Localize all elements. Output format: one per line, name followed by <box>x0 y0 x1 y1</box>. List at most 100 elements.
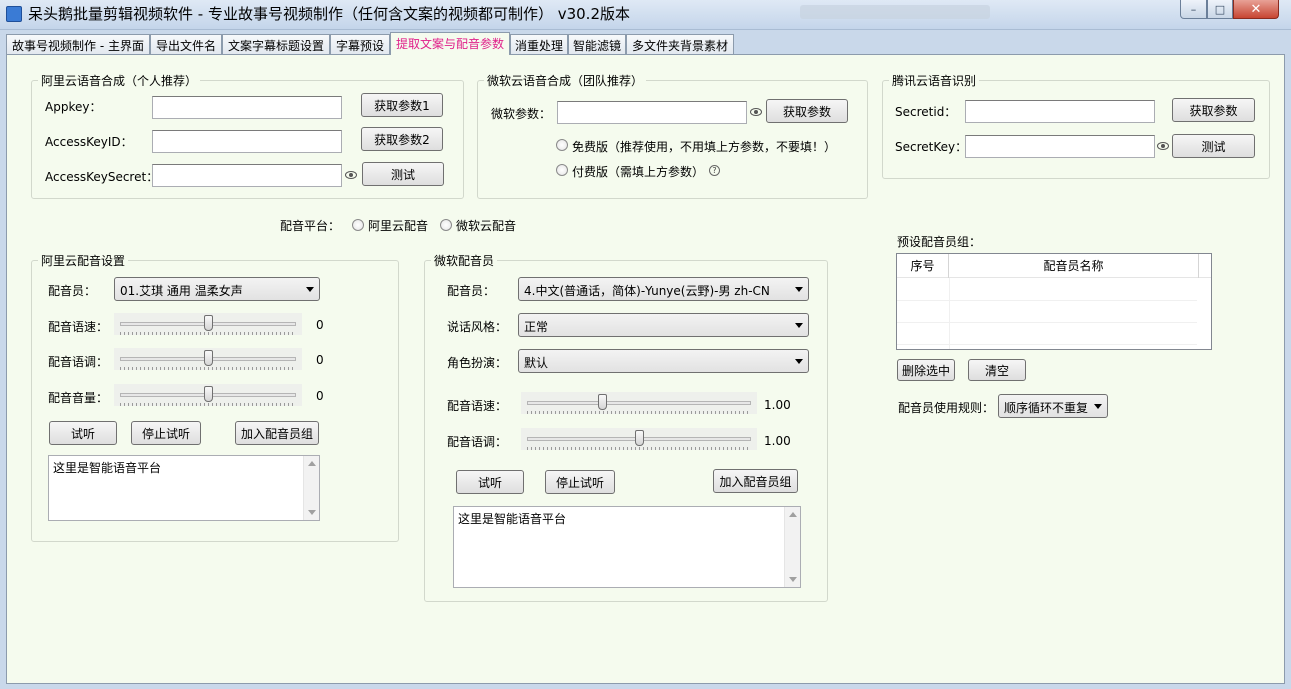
preset-group-title: 预设配音员组： <box>897 235 982 249</box>
tencent-asr-group: 腾讯云语音识别 Secretid： 获取参数 SecretKey： 测试 <box>882 72 1270 179</box>
aliyun-volume-value: 0 <box>316 389 324 403</box>
platform-label: 配音平台： <box>280 219 341 233</box>
platform-ms-label[interactable]: 微软云配音 <box>456 217 516 234</box>
scroll-down-icon[interactable] <box>308 510 316 515</box>
ms-role-value: 默认 <box>524 356 549 370</box>
accesskeysecret-label: AccessKeySecret： <box>45 170 159 184</box>
free-version-label[interactable]: 免费版（推荐使用，不用填上方参数，不要填！） <box>572 138 836 155</box>
tab-smart-filter[interactable]: 智能滤镜 <box>568 34 626 54</box>
accesskeysecret-input[interactable] <box>152 164 342 187</box>
tencent-get-param-button[interactable]: 获取参数 <box>1172 98 1255 122</box>
table-row[interactable] <box>897 301 1197 323</box>
aliyun-text-content: 这里是智能语音平台 <box>53 461 162 475</box>
tab-subtitle-presets[interactable]: 字幕预设 <box>330 34 390 54</box>
slider-thumb[interactable] <box>597 394 607 410</box>
slider-thumb[interactable] <box>203 315 213 331</box>
ms-pitch-slider[interactable] <box>521 428 757 450</box>
platform-aliyun-radio[interactable] <box>352 219 364 231</box>
tab-extract-voice-params[interactable]: 提取文案与配音参数 <box>390 32 510 55</box>
aliyun-speed-value: 0 <box>316 318 324 332</box>
column-divider <box>949 278 950 349</box>
show-ms-param-eye-icon[interactable] <box>750 108 762 116</box>
window-title: 呆头鹅批量剪辑视频软件 - 专业故事号视频制作（任何含文案的视频都可制作） v3… <box>28 5 630 23</box>
scroll-up-icon[interactable] <box>308 461 316 466</box>
column-header-voice-name[interactable]: 配音员名称 <box>949 254 1199 278</box>
table-row[interactable] <box>897 323 1197 345</box>
tab-dedupe[interactable]: 消重处理 <box>510 34 568 54</box>
show-secret-eye-icon[interactable] <box>345 171 357 179</box>
aliyun-tts-title: 阿里云语音合成（个人推荐） <box>38 72 201 89</box>
tab-subtitle-title-settings[interactable]: 文案字幕标题设置 <box>222 34 330 54</box>
aliyun-test-button[interactable]: 测试 <box>362 162 444 186</box>
aliyun-listen-button[interactable]: 试听 <box>49 421 117 445</box>
aliyun-voice-select[interactable]: 01.艾琪 通用 温柔女声 <box>114 277 320 301</box>
tab-main[interactable]: 故事号视频制作 - 主界面 <box>6 34 150 54</box>
ms-voice-select[interactable]: 4.中文(普通话，简体)-Yunye(云野)-男 zh-CN <box>518 277 809 301</box>
aliyun-pitch-value: 0 <box>316 353 324 367</box>
aliyun-text-area[interactable]: 这里是智能语音平台 <box>48 455 320 521</box>
secretid-input[interactable] <box>965 100 1155 123</box>
platform-aliyun-label[interactable]: 阿里云配音 <box>368 217 428 234</box>
close-button[interactable]: ✕ <box>1233 0 1279 19</box>
ms-pitch-label: 配音语调： <box>447 435 508 449</box>
slider-thumb[interactable] <box>634 430 644 446</box>
ms-voice-value: 4.中文(普通话，简体)-Yunye(云野)-男 zh-CN <box>524 284 770 298</box>
tencent-test-button[interactable]: 测试 <box>1172 134 1255 158</box>
preset-group-table[interactable]: 序号 配音员名称 <box>896 253 1212 350</box>
clear-button[interactable]: 清空 <box>968 359 1026 381</box>
appkey-input[interactable] <box>152 96 342 119</box>
aliyun-add-group-button[interactable]: 加入配音员组 <box>235 421 319 445</box>
paid-version-radio[interactable] <box>556 164 568 176</box>
free-version-radio[interactable] <box>556 139 568 151</box>
ms-voice-group: 微软配音员 配音员： 4.中文(普通话，简体)-Yunye(云野)-男 zh-C… <box>424 252 828 602</box>
ms-voice-title: 微软配音员 <box>431 252 498 269</box>
maximize-button[interactable]: □ <box>1207 0 1233 19</box>
slider-thumb[interactable] <box>203 350 213 366</box>
tab-multi-folder-bg[interactable]: 多文件夹背景素材 <box>626 34 734 54</box>
aliyun-pitch-slider[interactable] <box>114 348 302 370</box>
table-row[interactable] <box>897 279 1197 301</box>
ms-get-param-button[interactable]: 获取参数 <box>766 99 848 123</box>
help-icon[interactable]: ? <box>709 165 720 176</box>
delete-selected-button[interactable]: 删除选中 <box>897 359 955 381</box>
tab-strip: 故事号视频制作 - 主界面 导出文件名 文案字幕标题设置 字幕预设 提取文案与配… <box>6 32 1287 55</box>
ms-stop-button[interactable]: 停止试听 <box>545 470 615 494</box>
aliyun-volume-slider[interactable] <box>114 384 302 406</box>
platform-ms-radio[interactable] <box>440 219 452 231</box>
ms-style-value: 正常 <box>524 320 549 334</box>
ms-add-group-button[interactable]: 加入配音员组 <box>713 469 798 493</box>
scroll-up-icon[interactable] <box>789 512 797 517</box>
usage-rule-value: 顺序循环不重复 <box>1004 401 1089 415</box>
minimize-button[interactable]: – <box>1180 0 1207 19</box>
ms-param-input[interactable] <box>557 101 747 124</box>
ms-style-select[interactable]: 正常 <box>518 313 809 337</box>
paid-version-label[interactable]: 付费版（需填上方参数） <box>572 163 704 180</box>
slider-thumb[interactable] <box>203 386 213 402</box>
ms-role-select[interactable]: 默认 <box>518 349 809 373</box>
ms-speed-value: 1.00 <box>764 398 791 412</box>
scrollbar[interactable] <box>784 507 800 587</box>
ms-tts-title: 微软云语音合成（团队推荐） <box>484 72 647 89</box>
get-param2-button[interactable]: 获取参数2 <box>361 127 443 151</box>
secretkey-input[interactable] <box>965 135 1155 158</box>
ms-pitch-value: 1.00 <box>764 434 791 448</box>
scrollbar[interactable] <box>303 456 319 520</box>
appkey-label: Appkey： <box>45 100 102 114</box>
accesskeyid-input[interactable] <box>152 130 342 153</box>
column-header-index[interactable]: 序号 <box>897 254 949 278</box>
tab-export-filename[interactable]: 导出文件名 <box>150 34 222 54</box>
ms-text-area[interactable]: 这里是智能语音平台 <box>453 506 801 588</box>
aliyun-stop-button[interactable]: 停止试听 <box>131 421 201 445</box>
get-param1-button[interactable]: 获取参数1 <box>361 93 443 117</box>
show-secretkey-eye-icon[interactable] <box>1157 142 1169 150</box>
ms-listen-button[interactable]: 试听 <box>456 470 524 494</box>
chevron-down-icon <box>306 287 314 292</box>
usage-rule-select[interactable]: 顺序循环不重复 <box>998 394 1108 418</box>
ms-speed-slider[interactable] <box>521 392 757 414</box>
accesskeyid-label: AccessKeyID： <box>45 135 133 149</box>
secretid-label: Secretid： <box>895 105 957 119</box>
tab-content: 阿里云语音合成（个人推荐） Appkey： 获取参数1 AccessKeyID：… <box>6 54 1285 684</box>
aliyun-speed-slider[interactable] <box>114 313 302 335</box>
scroll-down-icon[interactable] <box>789 577 797 582</box>
chevron-down-icon <box>795 287 803 292</box>
